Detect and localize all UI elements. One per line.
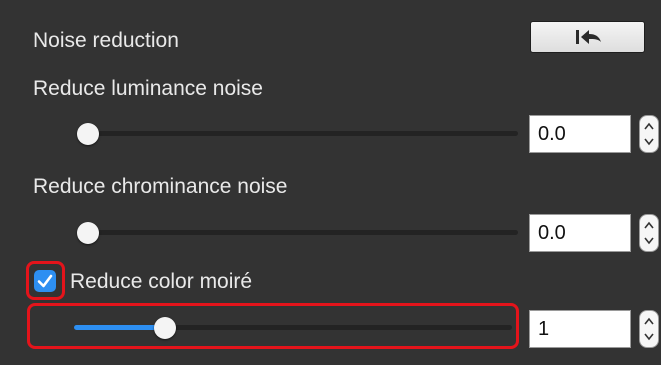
- color-moire-checkbox[interactable]: [34, 270, 56, 292]
- stepper-down-icon[interactable]: [640, 233, 658, 251]
- reset-button[interactable]: [530, 21, 645, 53]
- color-moire-label: Reduce color moiré: [70, 270, 253, 293]
- moire-slider-knob[interactable]: [154, 317, 176, 339]
- luminance-slider-knob[interactable]: [77, 123, 99, 145]
- stepper-down-icon[interactable]: [640, 134, 658, 152]
- stepper-up-icon[interactable]: [640, 117, 658, 135]
- chrominance-slider-track: [80, 230, 518, 235]
- reset-to-default-icon: [575, 30, 601, 44]
- chrominance-value-field[interactable]: 0.0: [529, 214, 631, 252]
- moire-stepper[interactable]: [639, 310, 659, 348]
- stepper-up-icon[interactable]: [640, 216, 658, 234]
- section-title: Noise reduction: [33, 29, 179, 52]
- chrominance-stepper[interactable]: [639, 214, 659, 252]
- chrominance-noise-label: Reduce chrominance noise: [33, 175, 288, 198]
- chrominance-slider-knob[interactable]: [77, 222, 99, 244]
- checkmark-icon: [37, 274, 53, 288]
- moire-value-field[interactable]: 1: [529, 310, 631, 348]
- stepper-up-icon[interactable]: [640, 312, 658, 330]
- noise-reduction-panel: Noise reduction Reduce luminance noise 0…: [0, 0, 661, 365]
- luminance-value-field[interactable]: 0.0: [529, 115, 631, 153]
- luminance-slider-track: [80, 131, 518, 136]
- luminance-noise-label: Reduce luminance noise: [33, 77, 263, 100]
- stepper-down-icon[interactable]: [640, 329, 658, 347]
- luminance-stepper[interactable]: [639, 115, 659, 153]
